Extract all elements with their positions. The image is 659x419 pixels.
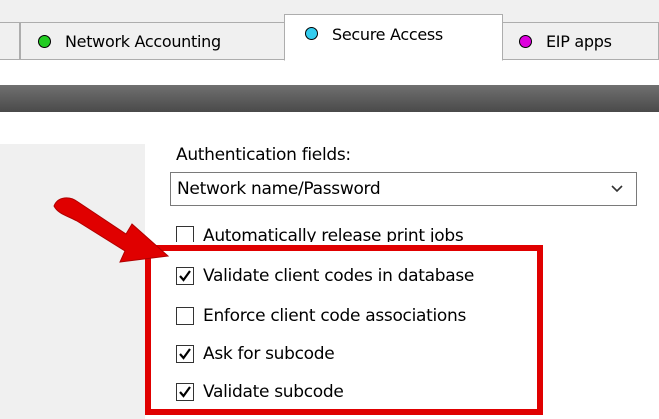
tab-network-accounting[interactable]: Network Accounting: [20, 22, 285, 60]
tab-label: Network Accounting: [65, 31, 221, 51]
tab-scroll-stub: [0, 22, 20, 60]
tab-label: EIP apps: [546, 31, 612, 51]
checkbox-label: Automatically release print jobs: [203, 226, 464, 242]
tab-eip-apps[interactable]: EIP apps: [502, 22, 659, 60]
tab-secure-access[interactable]: Secure Access: [284, 14, 503, 61]
left-panel: [0, 144, 145, 419]
highlight-box: [145, 245, 543, 415]
tab-strip: Network Accounting Secure Access EIP app…: [0, 0, 659, 61]
checkbox-box[interactable]: [176, 226, 194, 242]
authentication-fields-dropdown[interactable]: Network name/Password: [170, 172, 637, 206]
magenta-status-dot-icon: [519, 34, 532, 48]
green-status-dot-icon: [38, 34, 51, 48]
authentication-fields-label: Authentication fields:: [176, 145, 351, 165]
tab-label: Secure Access: [332, 25, 443, 44]
checkbox-auto-release[interactable]: Automatically release print jobs: [176, 226, 463, 242]
red-arrow-icon: [53, 197, 170, 263]
cyan-status-dot-icon: [305, 27, 318, 40]
section-header-bar: [0, 85, 659, 112]
chevron-down-icon: [611, 185, 623, 193]
dropdown-value: Network name/Password: [177, 179, 381, 199]
